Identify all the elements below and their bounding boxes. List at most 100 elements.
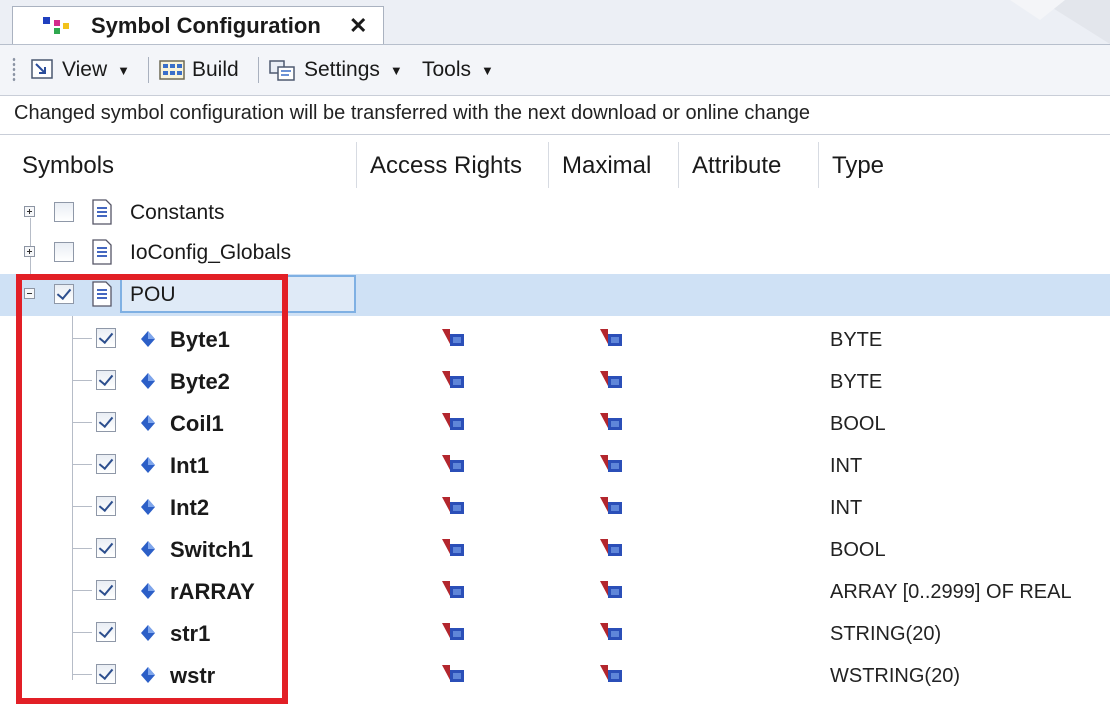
checkbox[interactable] bbox=[54, 284, 74, 304]
document-icon bbox=[92, 199, 112, 225]
tree-row-int2[interactable]: Int2 INT bbox=[0, 486, 1110, 528]
read-write-access-icon bbox=[600, 497, 622, 514]
read-write-access-icon bbox=[442, 623, 464, 640]
variable-icon bbox=[141, 499, 155, 515]
variable-icon bbox=[141, 331, 155, 347]
expand-icon[interactable] bbox=[24, 246, 35, 257]
document-icon bbox=[92, 281, 112, 307]
info-bar: Changed symbol configuration will be tra… bbox=[0, 96, 1110, 135]
column-header-maximal[interactable]: Maximal bbox=[562, 152, 651, 180]
read-write-access-icon bbox=[442, 539, 464, 556]
checkbox[interactable] bbox=[96, 622, 116, 642]
tree-row-constants[interactable]: Constants bbox=[0, 192, 1110, 234]
variable-type: BOOL bbox=[830, 413, 886, 435]
checkbox[interactable] bbox=[54, 202, 74, 222]
variable-type: INT bbox=[830, 455, 863, 477]
checkbox[interactable] bbox=[96, 496, 116, 516]
variable-name: Int2 bbox=[170, 495, 210, 520]
variable-type: ARRAY [0..2999] OF REAL bbox=[830, 581, 1072, 603]
checkbox[interactable] bbox=[96, 328, 116, 348]
read-write-access-icon bbox=[600, 371, 622, 388]
variable-type: WSTRING(20) bbox=[830, 665, 960, 687]
variable-name: Switch1 bbox=[170, 537, 254, 562]
read-write-access-icon bbox=[442, 413, 464, 430]
toolbar-separator bbox=[148, 57, 149, 83]
read-write-access-icon bbox=[442, 371, 464, 388]
tree-row-ioconfig-globals[interactable]: IoConfig_Globals bbox=[0, 232, 1110, 274]
settings-button[interactable]: Settings ▼ bbox=[268, 55, 403, 85]
tree-item-label: IoConfig_Globals bbox=[130, 241, 292, 264]
toolbar-grip[interactable] bbox=[12, 57, 16, 83]
column-header-symbols[interactable]: Symbols bbox=[22, 152, 114, 180]
tab-strip: Symbol Configuration ✕ bbox=[0, 0, 1110, 45]
tree-row-switch1[interactable]: Switch1 BOOL bbox=[0, 528, 1110, 570]
column-headers: Symbols Access Rights Maximal Attribute … bbox=[0, 142, 1110, 194]
view-button[interactable]: View ▼ bbox=[30, 55, 130, 85]
variable-name: str1 bbox=[170, 621, 211, 646]
variable-type: BOOL bbox=[830, 539, 886, 561]
close-icon[interactable]: ✕ bbox=[349, 13, 367, 39]
tree-row-str1[interactable]: str1 STRING(20) bbox=[0, 612, 1110, 654]
tree-line bbox=[72, 422, 92, 423]
page-corner-fold bbox=[1010, 0, 1110, 44]
expand-icon[interactable] bbox=[24, 206, 35, 217]
tab-symbol-configuration[interactable]: Symbol Configuration ✕ bbox=[12, 6, 384, 44]
tree-line bbox=[72, 548, 92, 549]
column-header-access-rights[interactable]: Access Rights bbox=[370, 152, 522, 180]
checkbox[interactable] bbox=[96, 664, 116, 684]
chevron-down-icon: ▼ bbox=[481, 62, 494, 78]
checkbox[interactable] bbox=[96, 370, 116, 390]
view-icon bbox=[31, 59, 53, 79]
read-write-access-icon bbox=[442, 455, 464, 472]
variable-icon bbox=[141, 373, 155, 389]
read-write-access-icon bbox=[600, 329, 622, 346]
read-write-access-icon bbox=[442, 329, 464, 346]
variable-name: Int1 bbox=[170, 453, 210, 478]
read-write-access-icon bbox=[600, 455, 622, 472]
checkbox[interactable] bbox=[96, 538, 116, 558]
build-button[interactable]: Build bbox=[158, 55, 239, 85]
variable-icon bbox=[141, 457, 155, 473]
settings-label: Settings bbox=[304, 58, 380, 81]
tree-row-rarray[interactable]: rARRAY ARRAY [0..2999] OF REAL bbox=[0, 570, 1110, 612]
read-write-access-icon bbox=[442, 581, 464, 598]
build-icon bbox=[159, 60, 185, 80]
checkbox[interactable] bbox=[54, 242, 74, 262]
tree-row-wstr[interactable]: wstr WSTRING(20) bbox=[0, 654, 1110, 696]
variable-icon bbox=[141, 625, 155, 641]
column-header-attribute[interactable]: Attribute bbox=[692, 152, 781, 180]
tools-button[interactable]: Tools ▼ bbox=[422, 55, 494, 85]
tree-item-label: POU bbox=[130, 283, 176, 306]
column-divider[interactable] bbox=[678, 142, 679, 188]
checkbox[interactable] bbox=[96, 580, 116, 600]
symbol-configuration-icon bbox=[43, 17, 69, 34]
toolbar: View ▼ Build Settings ▼ Tools ▼ bbox=[0, 45, 1110, 96]
tree-row-coil1[interactable]: Coil1 BOOL bbox=[0, 402, 1110, 444]
chevron-down-icon: ▼ bbox=[389, 62, 403, 78]
read-write-access-icon bbox=[600, 665, 622, 682]
tree-row-byte2[interactable]: Byte2 BYTE bbox=[0, 360, 1110, 402]
tree-row-pou[interactable]: POU bbox=[0, 274, 1110, 316]
checkbox[interactable] bbox=[96, 412, 116, 432]
read-write-access-icon bbox=[600, 539, 622, 556]
variable-name: rARRAY bbox=[170, 579, 255, 604]
column-divider[interactable] bbox=[356, 142, 357, 188]
variable-type: INT bbox=[830, 497, 863, 519]
info-message: Changed symbol configuration will be tra… bbox=[14, 102, 811, 124]
variable-name: Byte1 bbox=[170, 327, 230, 352]
read-write-access-icon bbox=[600, 623, 622, 640]
read-write-access-icon bbox=[600, 581, 622, 598]
column-header-type[interactable]: Type bbox=[832, 152, 884, 180]
tree-row-int1[interactable]: Int1 INT bbox=[0, 444, 1110, 486]
variable-name: wstr bbox=[170, 663, 216, 688]
collapse-icon[interactable] bbox=[24, 288, 35, 299]
column-divider[interactable] bbox=[548, 142, 549, 188]
view-label: View bbox=[62, 58, 108, 81]
tree-line bbox=[72, 464, 92, 465]
checkbox[interactable] bbox=[96, 454, 116, 474]
toolbar-separator bbox=[258, 57, 259, 83]
tree-row-byte1[interactable]: Byte1 BYTE bbox=[0, 318, 1110, 360]
tree-line bbox=[72, 380, 92, 381]
column-divider[interactable] bbox=[818, 142, 819, 188]
variable-name: Coil1 bbox=[170, 411, 224, 436]
